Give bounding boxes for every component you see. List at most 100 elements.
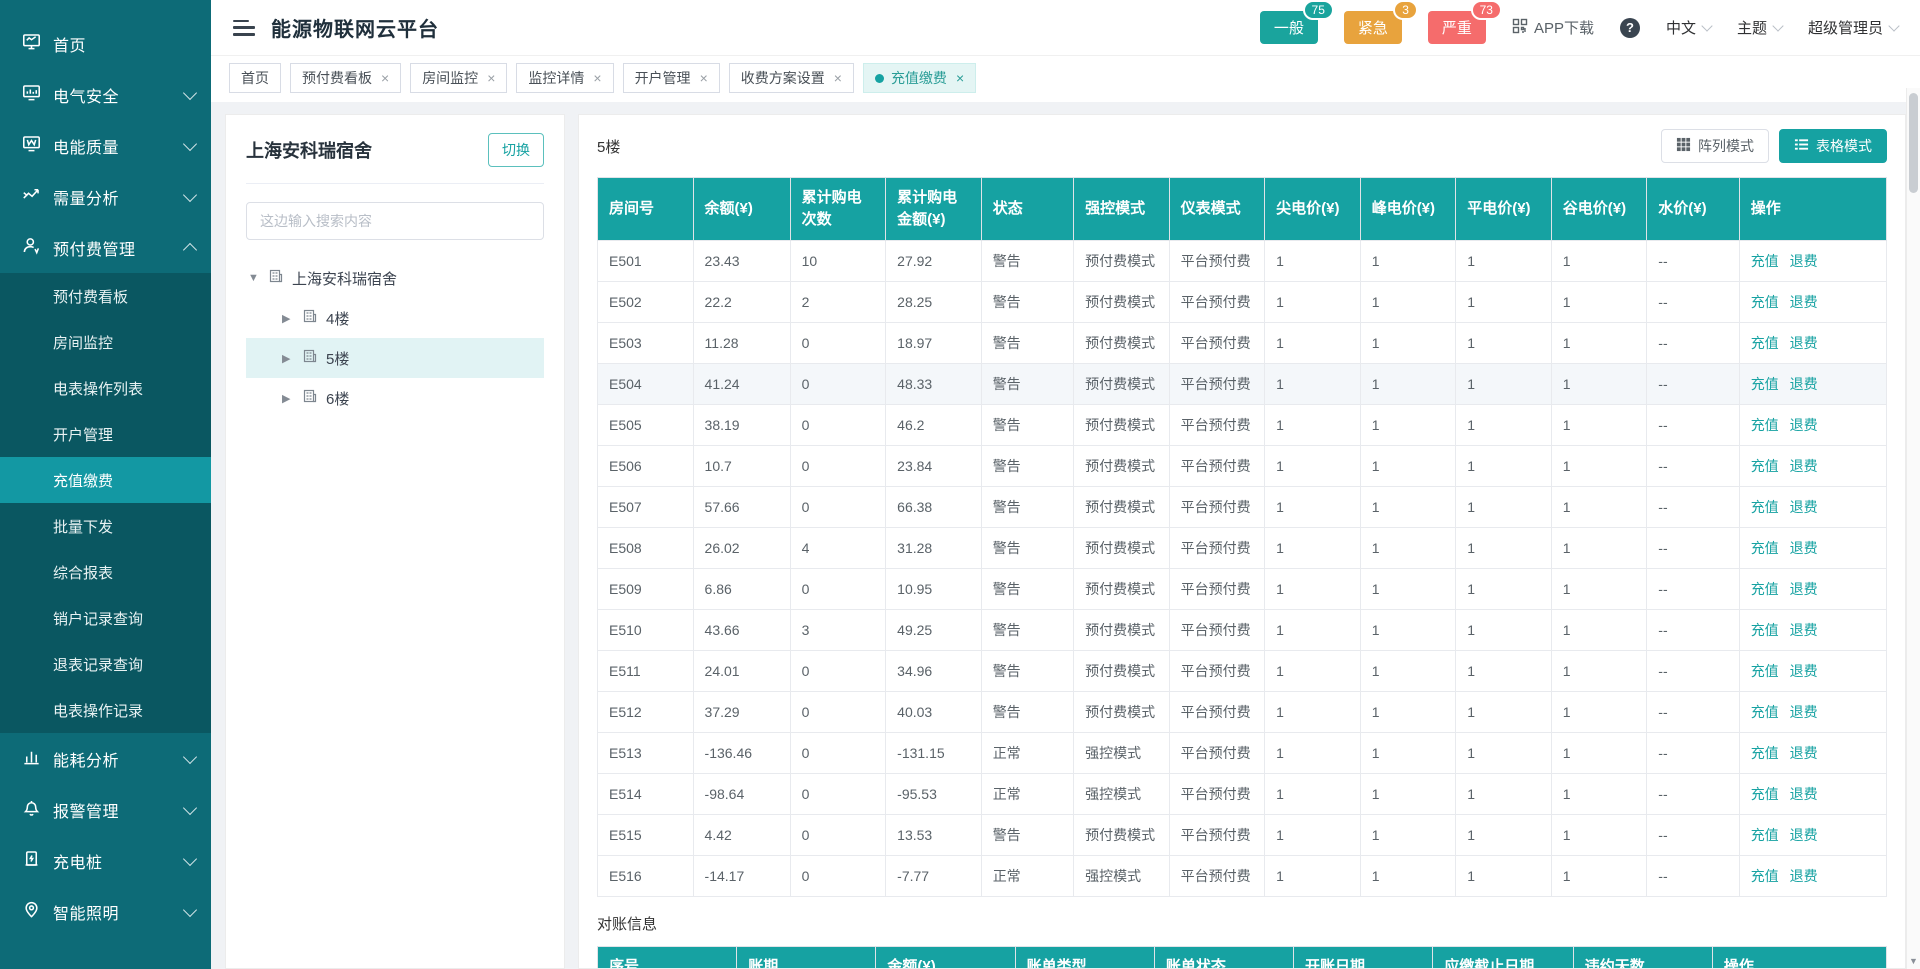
alarm-badge-severe[interactable]: 严重 73 (1428, 11, 1486, 44)
nav-tab[interactable]: 充值缴费 × (863, 63, 976, 93)
recharge-link[interactable]: 充值 (1751, 335, 1779, 351)
cell-meter-mode: 平台预付费 (1169, 650, 1265, 691)
reconciliation-header-row: 序号账期金额(¥)账单类型账单状态开账日期应缴截止日期违约天数操作 (598, 946, 1887, 969)
table-mode-button[interactable]: 表格模式 (1779, 129, 1887, 163)
nav-tab[interactable]: 收费方案设置 × (729, 63, 854, 93)
recharge-link[interactable]: 充值 (1751, 827, 1779, 843)
cell-purchase-amount: 10.95 (886, 568, 982, 609)
app-download-link[interactable]: APP下载 (1512, 17, 1594, 38)
help-icon[interactable]: ? (1620, 18, 1640, 38)
alarm-badge-urgent[interactable]: 紧急 3 (1344, 11, 1402, 44)
refund-link[interactable]: 退费 (1790, 499, 1818, 515)
recharge-link[interactable]: 充值 (1751, 868, 1779, 884)
cell-status: 正常 (981, 773, 1073, 814)
sidebar-subitem[interactable]: 退表记录查询 (0, 641, 211, 687)
recharge-link[interactable]: 充值 (1751, 417, 1779, 433)
sidebar-item-alarm-management[interactable]: 报警管理 (0, 784, 211, 835)
recharge-link[interactable]: 充值 (1751, 376, 1779, 392)
alarm-badge-general[interactable]: 一般 75 (1260, 11, 1318, 44)
theme-dropdown[interactable]: 主题 (1737, 17, 1782, 38)
recharge-link[interactable]: 充值 (1751, 458, 1779, 474)
caret-expanded-icon[interactable]: ▼ (248, 272, 260, 284)
vertical-scrollbar[interactable]: ▼ (1906, 88, 1920, 969)
tree-floor-node[interactable]: ▶ 5楼 (246, 338, 544, 378)
sidebar-subitem[interactable]: 开户管理 (0, 411, 211, 457)
cell-actions: 充值 退费 (1739, 445, 1886, 486)
sidebar-subitem[interactable]: 电表操作列表 (0, 365, 211, 411)
refund-link[interactable]: 退费 (1790, 786, 1818, 802)
recharge-link[interactable]: 充值 (1751, 786, 1779, 802)
caret-collapsed-icon[interactable]: ▶ (282, 312, 294, 325)
scrollbar-thumb[interactable] (1909, 93, 1918, 193)
refund-link[interactable]: 退费 (1790, 376, 1818, 392)
nav-tab[interactable]: 房间监控 × (410, 63, 507, 93)
recharge-link[interactable]: 充值 (1751, 253, 1779, 269)
tab-close-icon[interactable]: × (834, 70, 842, 86)
sidebar-subitem[interactable]: 房间监控 (0, 319, 211, 365)
sidebar-subitem[interactable]: 批量下发 (0, 503, 211, 549)
sidebar-subitem[interactable]: 销户记录查询 (0, 595, 211, 641)
refund-link[interactable]: 退费 (1790, 704, 1818, 720)
refund-link[interactable]: 退费 (1790, 827, 1818, 843)
reconciliation-header-cell: 账单状态 (1154, 946, 1293, 969)
refund-link[interactable]: 退费 (1790, 294, 1818, 310)
sidebar-item-home[interactable]: 首页 (0, 18, 211, 69)
collapse-menu-icon[interactable] (233, 20, 255, 36)
user-dropdown[interactable]: 超级管理员 (1808, 17, 1898, 38)
sidebar-item-energy-analysis[interactable]: 能耗分析 (0, 733, 211, 784)
nav-tab[interactable]: 开户管理 × (623, 63, 720, 93)
active-tab-dot-icon (875, 74, 884, 83)
tree-search-input[interactable] (246, 202, 544, 240)
refund-link[interactable]: 退费 (1790, 581, 1818, 597)
sidebar-subitem[interactable]: 综合报表 (0, 549, 211, 595)
tree-floor-node[interactable]: ▶ 4楼 (246, 298, 544, 338)
refund-link[interactable]: 退费 (1790, 622, 1818, 638)
caret-collapsed-icon[interactable]: ▶ (282, 352, 294, 365)
recharge-link[interactable]: 充值 (1751, 294, 1779, 310)
chevron-up-icon (183, 242, 197, 256)
recharge-link[interactable]: 充值 (1751, 581, 1779, 597)
theme-label: 主题 (1737, 17, 1767, 38)
refund-link[interactable]: 退费 (1790, 335, 1818, 351)
language-dropdown[interactable]: 中文 (1666, 17, 1711, 38)
sidebar-subitem[interactable]: 电表操作记录 (0, 687, 211, 733)
tab-close-icon[interactable]: × (487, 70, 495, 86)
sidebar-item-power-quality[interactable]: 电能质量 (0, 120, 211, 171)
refund-link[interactable]: 退费 (1790, 868, 1818, 884)
tab-close-icon[interactable]: × (381, 70, 389, 86)
sidebar-subitem[interactable]: 预付费看板 (0, 273, 211, 319)
rooms-table-header-cell: 强控模式 (1074, 178, 1170, 241)
recharge-link[interactable]: 充值 (1751, 622, 1779, 638)
tab-close-icon[interactable]: × (700, 70, 708, 86)
matrix-mode-button[interactable]: 阵列模式 (1661, 129, 1769, 163)
sidebar-item-charging-pile[interactable]: 充电桩 (0, 835, 211, 886)
sidebar-subitem[interactable]: 充值缴费 (0, 457, 211, 503)
refund-link[interactable]: 退费 (1790, 417, 1818, 433)
nav-tab[interactable]: 监控详情 × (516, 63, 613, 93)
recharge-link[interactable]: 充值 (1751, 704, 1779, 720)
cell-peak-price: 1 (1360, 240, 1456, 281)
sidebar-item-electrical-safety[interactable]: 电气安全 (0, 69, 211, 120)
cell-status: 警告 (981, 527, 1073, 568)
recharge-link[interactable]: 充值 (1751, 540, 1779, 556)
nav-tab[interactable]: 首页 (229, 63, 281, 93)
sidebar-item-demand-analysis[interactable]: 需量分析 (0, 171, 211, 222)
refund-link[interactable]: 退费 (1790, 458, 1818, 474)
refund-link[interactable]: 退费 (1790, 745, 1818, 761)
recharge-link[interactable]: 充值 (1751, 663, 1779, 679)
recharge-link[interactable]: 充值 (1751, 745, 1779, 761)
sidebar-item-smart-lighting[interactable]: 智能照明 (0, 886, 211, 937)
recharge-link[interactable]: 充值 (1751, 499, 1779, 515)
scrollbar-down-arrow-icon[interactable]: ▼ (1907, 956, 1920, 966)
refund-link[interactable]: 退费 (1790, 540, 1818, 556)
sidebar-item-prepaid-management[interactable]: 预付费管理 (0, 222, 211, 273)
tree-floor-node[interactable]: ▶ 6楼 (246, 378, 544, 418)
refund-link[interactable]: 退费 (1790, 663, 1818, 679)
nav-tab[interactable]: 预付费看板 × (290, 63, 401, 93)
tree-root-node[interactable]: ▼ 上海安科瑞宿舍 (246, 258, 544, 298)
tab-close-icon[interactable]: × (956, 70, 964, 86)
tab-close-icon[interactable]: × (593, 70, 601, 86)
refund-link[interactable]: 退费 (1790, 253, 1818, 269)
switch-building-button[interactable]: 切换 (488, 133, 544, 167)
caret-collapsed-icon[interactable]: ▶ (282, 392, 294, 405)
